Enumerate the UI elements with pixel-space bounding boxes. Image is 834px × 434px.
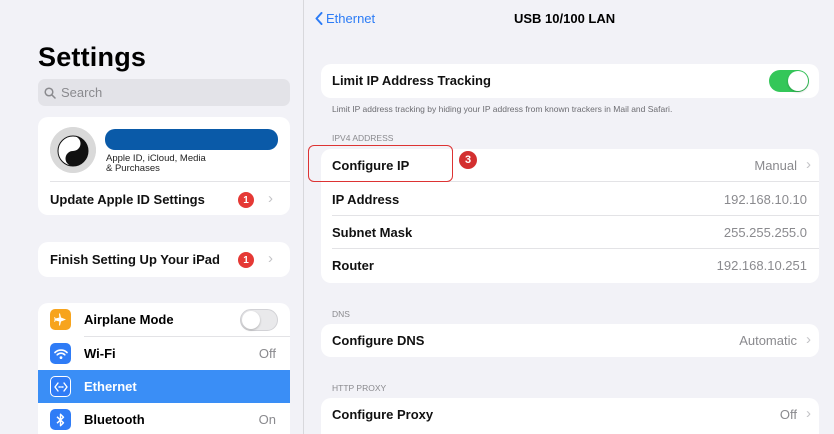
sidebar-item-wifi[interactable]: Wi-Fi Off	[38, 337, 290, 370]
dns-card: Configure DNS Automatic ›	[321, 324, 819, 357]
airplane-mode-label: Airplane Mode	[84, 312, 174, 327]
configure-dns-row[interactable]: Configure DNS Automatic ›	[321, 324, 819, 357]
ipad-settings-screen: Settings Search Apple ID, iCloud, Media …	[0, 0, 834, 434]
sidebar-item-ethernet[interactable]: Ethernet	[38, 370, 290, 403]
ip-address-value: 192.168.10.10	[723, 192, 807, 207]
chevron-left-icon	[315, 12, 323, 25]
update-badge: 1	[238, 192, 254, 208]
chevron-right-icon: ›	[806, 405, 811, 422]
configure-proxy-row[interactable]: Configure Proxy Off ›	[321, 398, 819, 431]
account-name-redacted	[105, 129, 278, 150]
ethernet-label: Ethernet	[84, 379, 137, 394]
ipv4-section-header: IPV4 ADDRESS	[332, 133, 394, 143]
bluetooth-value: On	[258, 412, 276, 427]
router-label: Router	[332, 258, 374, 273]
proxy-card: Configure Proxy Off ›	[321, 398, 819, 434]
http-proxy-section-header: HTTP PROXY	[332, 383, 387, 393]
airplane-mode-toggle[interactable]	[240, 308, 278, 331]
finish-setup-label: Finish Setting Up Your iPad	[50, 252, 220, 267]
subnet-mask-row[interactable]: Subnet Mask 255.255.255.0	[321, 216, 819, 249]
annotation-highlight-box	[308, 145, 453, 182]
sidebar-item-bluetooth[interactable]: Bluetooth On	[38, 403, 290, 434]
nav-title: USB 10/100 LAN	[514, 11, 616, 26]
configure-dns-value: Automatic	[739, 333, 797, 348]
chevron-right-icon: ›	[806, 331, 811, 348]
divider	[50, 181, 290, 182]
configure-ip-value: Manual	[754, 158, 797, 173]
limit-tracking-footnote: Limit IP address tracking by hiding your…	[332, 104, 673, 114]
back-label: Ethernet	[326, 11, 376, 26]
ip-address-label: IP Address	[332, 192, 400, 207]
account-subtitle[interactable]: Apple ID, iCloud, Media & Purchases	[106, 154, 206, 174]
finish-setup-card[interactable]: Finish Setting Up Your iPad 1 ›	[38, 242, 290, 277]
wifi-icon	[50, 343, 71, 364]
search-icon	[44, 86, 56, 99]
airplane-icon	[50, 309, 71, 330]
finish-setup-badge: 1	[238, 252, 254, 268]
dns-section-header: DNS	[332, 309, 350, 319]
wifi-label: Wi-Fi	[84, 346, 116, 361]
router-row[interactable]: Router 192.168.10.251	[321, 249, 819, 282]
limit-tracking-row: Limit IP Address Tracking	[321, 64, 819, 97]
avatar[interactable]	[50, 127, 96, 173]
update-apple-id-label[interactable]: Update Apple ID Settings	[50, 192, 205, 207]
annotation-step-badge: 3	[459, 151, 477, 169]
subnet-mask-value: 255.255.255.0	[723, 225, 807, 240]
search-placeholder: Search	[61, 85, 103, 100]
chevron-right-icon: ›	[806, 156, 811, 173]
router-value: 192.168.10.251	[716, 258, 807, 273]
chevron-right-icon: ›	[268, 190, 273, 207]
search-input[interactable]: Search	[38, 79, 290, 106]
account-card: Apple ID, iCloud, Media & Purchases Upda…	[38, 117, 290, 215]
detail-pane: Ethernet USB 10/100 LAN Limit IP Address…	[305, 0, 834, 434]
ip-address-row[interactable]: IP Address 192.168.10.10	[321, 183, 819, 216]
configure-dns-label: Configure DNS	[332, 333, 425, 348]
configure-proxy-value: Off	[779, 407, 797, 422]
account-subtitle-line2: & Purchases	[106, 163, 160, 174]
connectivity-list: Airplane Mode Wi-Fi Off Ethernet Bluetoo…	[38, 303, 290, 434]
settings-sidebar: Settings Search Apple ID, iCloud, Media …	[0, 0, 304, 434]
limit-tracking-label: Limit IP Address Tracking	[332, 73, 491, 88]
page-title: Settings	[38, 42, 147, 72]
limit-tracking-toggle[interactable]	[769, 70, 809, 92]
sidebar-item-airplane-mode[interactable]: Airplane Mode	[38, 303, 290, 336]
limit-tracking-card: Limit IP Address Tracking	[321, 64, 819, 98]
yin-yang-icon	[50, 127, 96, 173]
subnet-mask-label: Subnet Mask	[332, 225, 413, 240]
back-button[interactable]: Ethernet	[315, 11, 375, 26]
bluetooth-icon	[50, 409, 71, 430]
ethernet-icon	[50, 376, 71, 397]
configure-proxy-label: Configure Proxy	[332, 407, 434, 422]
bluetooth-label: Bluetooth	[84, 412, 145, 427]
chevron-right-icon: ›	[268, 250, 273, 267]
wifi-value: Off	[258, 346, 276, 361]
